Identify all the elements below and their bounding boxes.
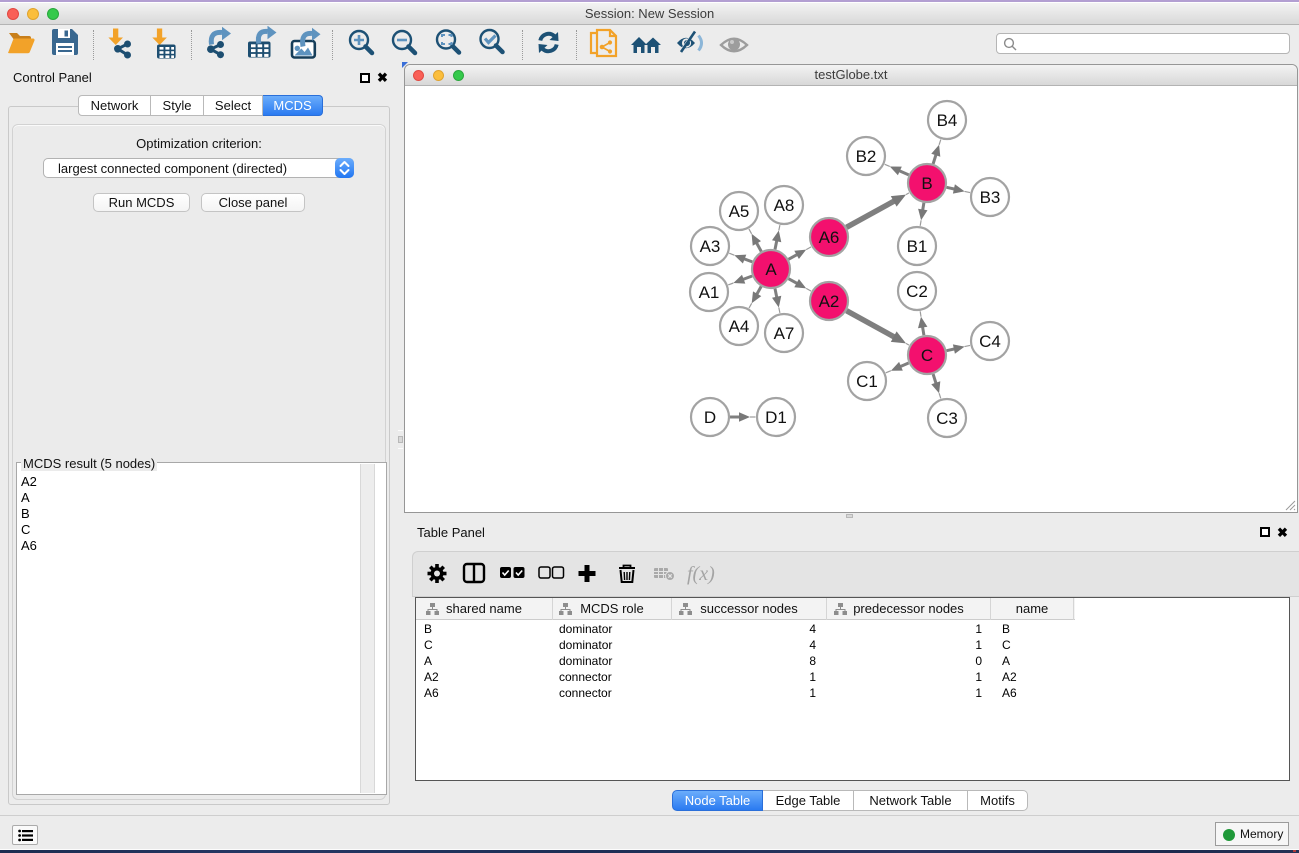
- svg-text:D: D: [704, 408, 716, 427]
- svg-text:B2: B2: [856, 147, 877, 166]
- svg-text:A4: A4: [729, 317, 750, 336]
- svg-text:C4: C4: [979, 332, 1001, 351]
- svg-text:A7: A7: [774, 324, 795, 343]
- svg-text:A6: A6: [819, 228, 840, 247]
- svg-text:A8: A8: [774, 196, 795, 215]
- svg-text:C3: C3: [936, 409, 958, 428]
- svg-text:A: A: [765, 260, 777, 279]
- svg-text:A3: A3: [700, 237, 721, 256]
- svg-text:f(x): f(x): [687, 563, 715, 585]
- svg-text:A5: A5: [729, 202, 750, 221]
- svg-text:D1: D1: [765, 408, 787, 427]
- svg-text:A1: A1: [699, 283, 720, 302]
- svg-text:C1: C1: [856, 372, 878, 391]
- svg-text:A2: A2: [819, 292, 840, 311]
- svg-text:B3: B3: [980, 188, 1001, 207]
- svg-text:B1: B1: [907, 237, 928, 256]
- svg-text:B: B: [921, 174, 932, 193]
- svg-text:C2: C2: [906, 282, 928, 301]
- svg-text:C: C: [921, 346, 933, 365]
- svg-text:B4: B4: [937, 111, 958, 130]
